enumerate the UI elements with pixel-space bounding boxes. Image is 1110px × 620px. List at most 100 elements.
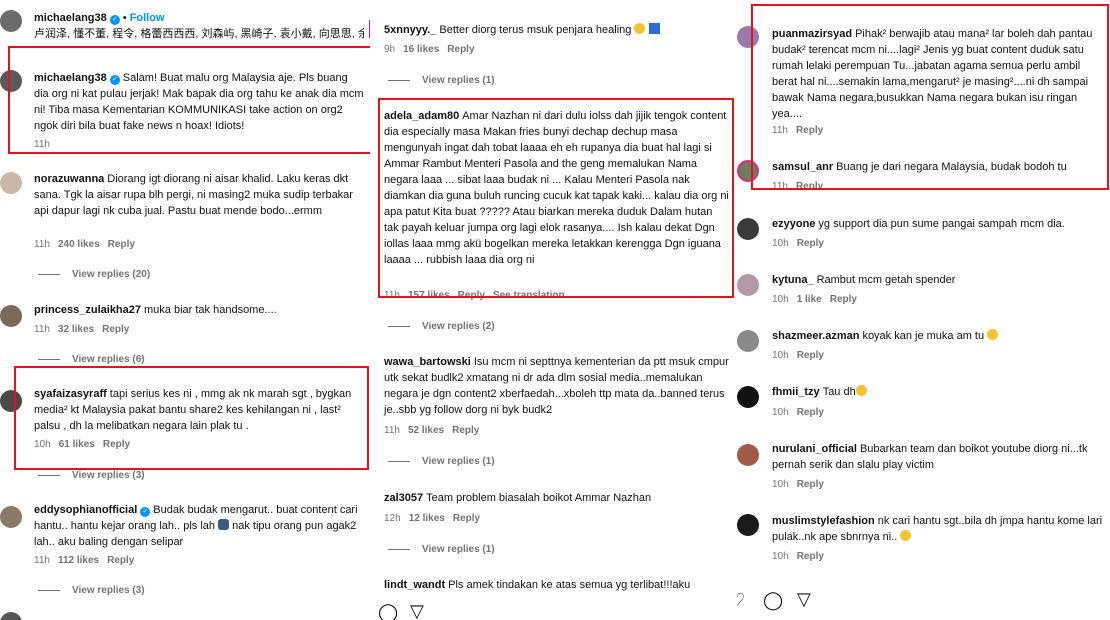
smile-emoji-icon: [900, 530, 912, 541]
comment-meta: 10h Reply: [772, 550, 824, 564]
avatar[interactable]: [737, 444, 759, 466]
username[interactable]: ezyyone: [772, 218, 815, 230]
avatar[interactable]: [0, 70, 22, 92]
avatar[interactable]: [737, 26, 759, 48]
action-bar: ♡ ◯ ▽: [737, 580, 1110, 620]
comment-time: 11h: [34, 139, 50, 150]
avatar[interactable]: [0, 506, 22, 528]
like-count[interactable]: 157 likes: [408, 290, 450, 301]
avatar[interactable]: [0, 172, 22, 194]
view-replies-button[interactable]: View replies (2): [388, 320, 495, 334]
reply-button[interactable]: Reply: [796, 125, 823, 136]
like-count[interactable]: 32 likes: [58, 324, 94, 335]
username[interactable]: zal3057: [384, 492, 423, 504]
comment-text-block: michaelang38 ✓ Salam! Buat malu org Malays…: [34, 70, 364, 134]
view-replies-button[interactable]: View replies (1): [388, 74, 495, 88]
reply-button[interactable]: Reply: [108, 239, 135, 250]
reply-button[interactable]: Reply: [797, 479, 824, 490]
comment-meta: 10h Reply: [772, 406, 824, 420]
username[interactable]: norazuwanna: [34, 173, 104, 185]
reply-button[interactable]: Reply: [797, 551, 824, 562]
reply-button[interactable]: Reply: [447, 44, 474, 55]
verified-badge-icon: ✓: [109, 75, 120, 85]
comment-meta: 10h 1 like Reply: [772, 293, 857, 307]
username[interactable]: eddysophianofficial: [34, 504, 137, 516]
reply-button[interactable]: Reply: [102, 324, 129, 335]
comment-text: Pls amek tindakan ke atas semua yg terli…: [448, 579, 691, 591]
comment-meta: 11h 157 likes Reply See translation: [384, 289, 565, 303]
avatar[interactable]: [737, 386, 759, 408]
comment-meta: 11h 240 likes Reply: [34, 238, 135, 252]
username[interactable]: kytuna_: [772, 274, 814, 286]
comment-text-block: eddysophianofficial ✓ Budak budak mengarut…: [34, 502, 364, 550]
comment-text-block: syafaizasyraff tapi serius kes ni , mmg a…: [34, 386, 364, 434]
comment-text: muka biar tak handsome....: [144, 304, 277, 316]
like-count[interactable]: 1 like: [797, 294, 822, 305]
comment-text-block: shazmeer.azman koyak kan je muka am tu: [772, 328, 1104, 344]
username[interactable]: wawa_bartowski: [384, 356, 471, 368]
verified-badge-icon: ✓: [109, 15, 120, 25]
comment-icon[interactable]: ◯: [763, 590, 783, 610]
divider-line: [38, 273, 60, 275]
username[interactable]: lindt_wandt: [384, 579, 445, 591]
username[interactable]: princess_zulaikha27: [34, 304, 141, 316]
view-replies-button[interactable]: View replies (3): [38, 469, 145, 483]
view-replies-button[interactable]: View replies (1): [388, 455, 495, 469]
reply-button[interactable]: Reply: [453, 513, 480, 524]
view-replies-button[interactable]: View replies (1): [388, 543, 495, 557]
username[interactable]: muslimstylefashion: [772, 515, 875, 527]
username[interactable]: puanmazirsyad: [772, 28, 852, 40]
reply-button[interactable]: Reply: [797, 238, 824, 249]
username[interactable]: nurulani_official: [772, 443, 857, 455]
reply-button[interactable]: Reply: [797, 407, 824, 418]
send-icon[interactable]: ▽: [410, 601, 424, 620]
username[interactable]: 5xnnyyy._: [384, 24, 436, 36]
avatar[interactable]: [0, 390, 22, 412]
view-replies-label: View replies (6): [72, 354, 145, 365]
like-count[interactable]: 52 likes: [408, 425, 444, 436]
username[interactable]: syafaizasyraff: [34, 388, 107, 400]
avatar[interactable]: [0, 612, 22, 620]
reply-button[interactable]: Reply: [830, 294, 857, 305]
reply-button[interactable]: Reply: [107, 555, 134, 566]
comment-text: Pihak² berwajib atau mana² lar boleh dah…: [772, 28, 1093, 120]
follow-button[interactable]: Follow: [130, 12, 165, 24]
divider-line: [388, 325, 410, 327]
username[interactable]: michaelang38: [34, 12, 107, 24]
avatar[interactable]: [737, 330, 759, 352]
reply-button[interactable]: Reply: [797, 350, 824, 361]
send-icon[interactable]: ▽: [797, 589, 811, 609]
like-count[interactable]: 61 likes: [59, 439, 95, 450]
username[interactable]: fhmii_tzy: [772, 386, 820, 398]
avatar[interactable]: [737, 514, 759, 536]
like-count[interactable]: 112 likes: [58, 555, 99, 566]
comment-meta: 11h: [34, 138, 50, 152]
like-count[interactable]: 16 likes: [403, 44, 439, 55]
comment-icon[interactable]: ◯: [378, 602, 398, 620]
comment-text-block: norazuwanna Diorang igt diorang ni aisar …: [34, 171, 364, 219]
reply-button[interactable]: Reply: [796, 181, 823, 189]
avatar[interactable]: [737, 218, 759, 240]
view-replies-button[interactable]: View replies (20): [38, 268, 150, 282]
reply-button[interactable]: Reply: [458, 290, 485, 301]
username[interactable]: adela_adam80: [384, 110, 459, 122]
avatar[interactable]: [0, 10, 22, 32]
reply-button[interactable]: Reply: [452, 425, 479, 436]
like-count[interactable]: 12 likes: [409, 513, 445, 524]
comment-meta: 12h 12 likes Reply: [384, 512, 480, 526]
avatar[interactable]: [0, 305, 22, 327]
comment-meta: 11h 112 likes Reply: [34, 554, 134, 568]
see-translation-link[interactable]: See translation: [493, 290, 565, 301]
avatar[interactable]: [737, 274, 759, 296]
view-replies-button[interactable]: View replies (6): [38, 353, 145, 367]
username[interactable]: samsul_anr: [772, 161, 833, 173]
username[interactable]: shazmeer.azman: [772, 330, 859, 342]
heart-icon[interactable]: ♡: [737, 590, 745, 610]
like-count[interactable]: 240 likes: [58, 239, 100, 250]
comment-time: 11h: [34, 324, 50, 335]
avatar[interactable]: [737, 160, 759, 182]
view-replies-button[interactable]: View replies (3): [38, 584, 145, 598]
reply-button[interactable]: Reply: [103, 439, 130, 450]
comment-time: 11h: [384, 425, 400, 436]
username[interactable]: michaelang38: [34, 72, 107, 84]
